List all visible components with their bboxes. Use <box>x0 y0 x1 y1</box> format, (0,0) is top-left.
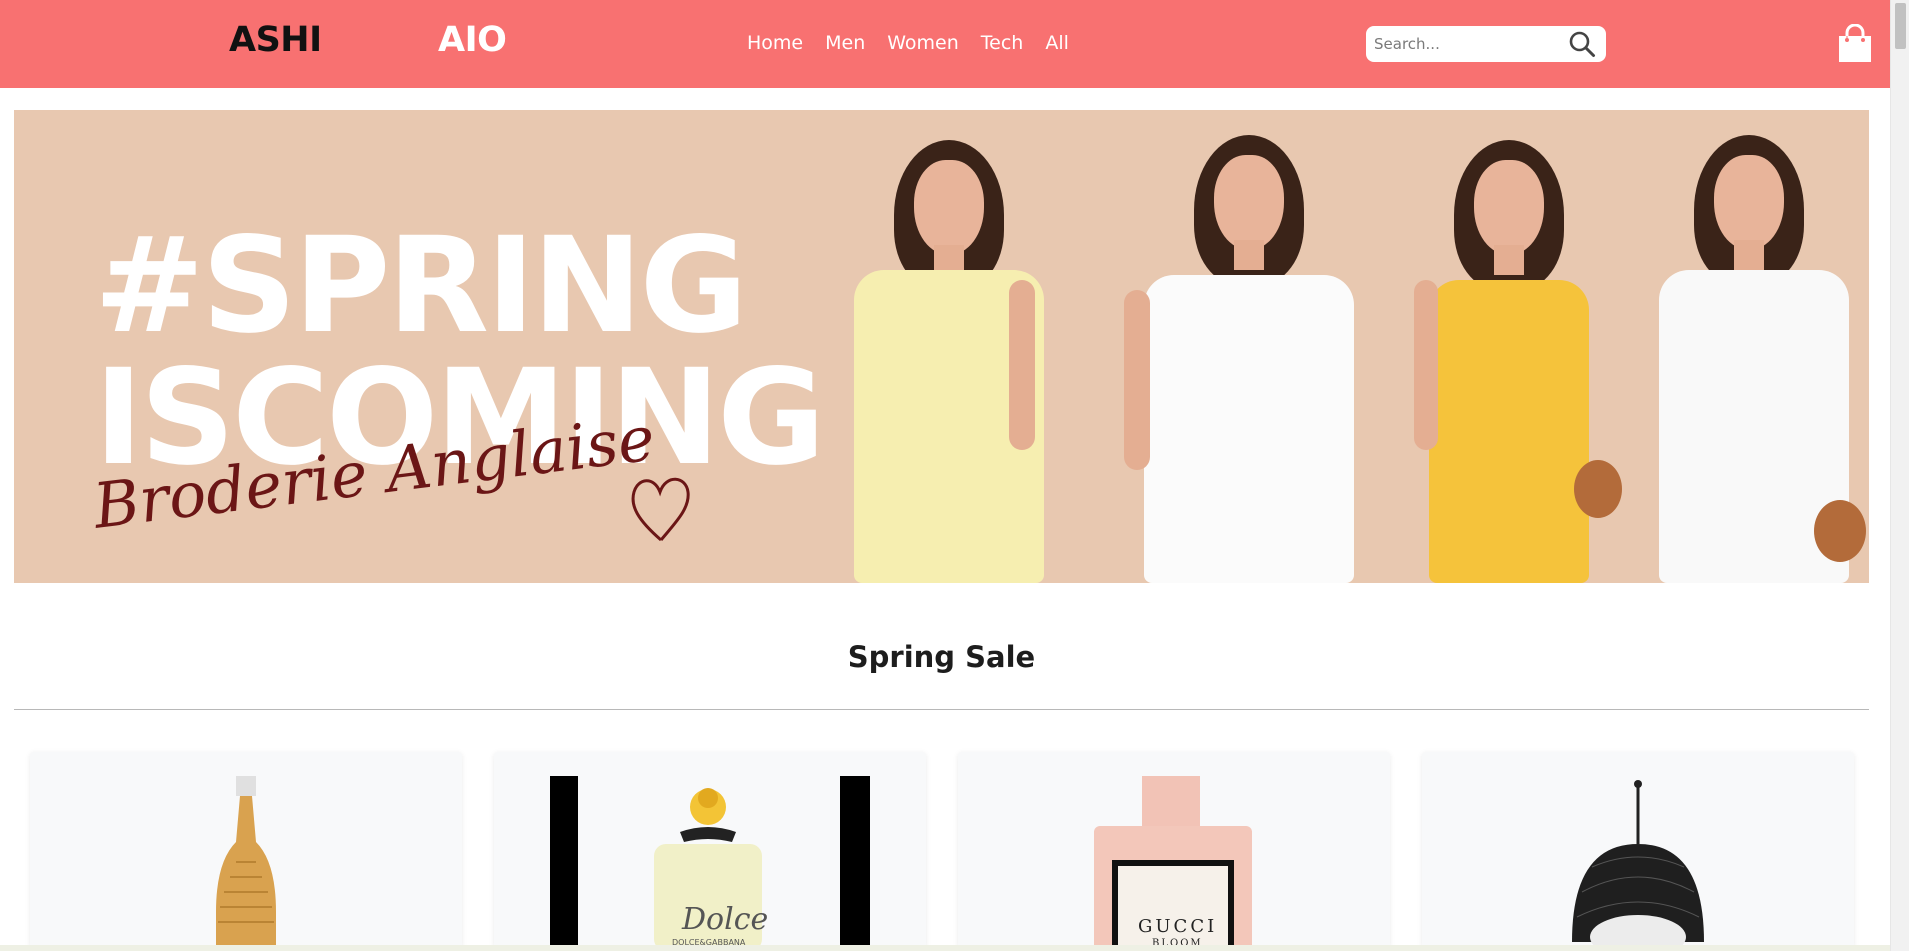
bag-icon <box>1814 500 1866 562</box>
product-card[interactable] <box>30 752 462 951</box>
search-icon <box>1569 31 1595 57</box>
bag-icon <box>1574 460 1622 518</box>
product-card[interactable] <box>1422 752 1854 951</box>
model-yellow-dress <box>834 110 1064 583</box>
model-white-blouse-dress <box>1644 110 1869 583</box>
shopping-bag-icon <box>1839 23 1871 62</box>
scrollbar-thumb[interactable] <box>1895 3 1906 49</box>
hanging-chair-image <box>1572 780 1704 951</box>
hero-banner[interactable]: #SPRING ISCOMING Broderie Anglaise <box>14 110 1869 583</box>
hero-line-1: #SPRING <box>94 209 748 363</box>
section-divider <box>14 709 1869 710</box>
nav-home[interactable]: Home <box>747 32 803 54</box>
product-card[interactable]: Dolce DOLCE&GABBANA <box>494 752 926 951</box>
nav-women[interactable]: Women <box>887 32 959 54</box>
brand-logo-left[interactable]: ASHI <box>229 20 322 60</box>
nav-all[interactable]: All <box>1045 32 1069 54</box>
main-nav: Home Men Women Tech All <box>747 32 1091 54</box>
product-label-text: Dolce <box>682 902 769 937</box>
heart-icon <box>631 477 690 542</box>
nav-tech[interactable]: Tech <box>981 32 1024 54</box>
site-header: ASHI AIO Home Men Women Tech All <box>0 0 1890 88</box>
page: ASHI AIO Home Men Women Tech All Search.… <box>0 0 1909 951</box>
search-input[interactable] <box>1374 33 1554 55</box>
nav-men[interactable]: Men <box>825 32 865 54</box>
section-title: Spring Sale <box>847 640 1036 674</box>
search-box <box>1366 26 1606 62</box>
bottom-edge <box>0 945 1890 951</box>
product-label-text: GUCCI <box>1138 916 1218 937</box>
vertical-scrollbar[interactable] <box>1890 0 1909 951</box>
search-button[interactable] <box>1566 29 1598 59</box>
product-card[interactable]: GUCCI BLOOM <box>958 752 1390 951</box>
model-mustard-dress <box>1404 110 1622 583</box>
brand-logo-right[interactable]: AIO <box>438 20 507 60</box>
model-white-dress <box>1114 110 1374 583</box>
cart-button[interactable] <box>1836 23 1874 64</box>
perfume-bottle-image <box>216 776 276 951</box>
